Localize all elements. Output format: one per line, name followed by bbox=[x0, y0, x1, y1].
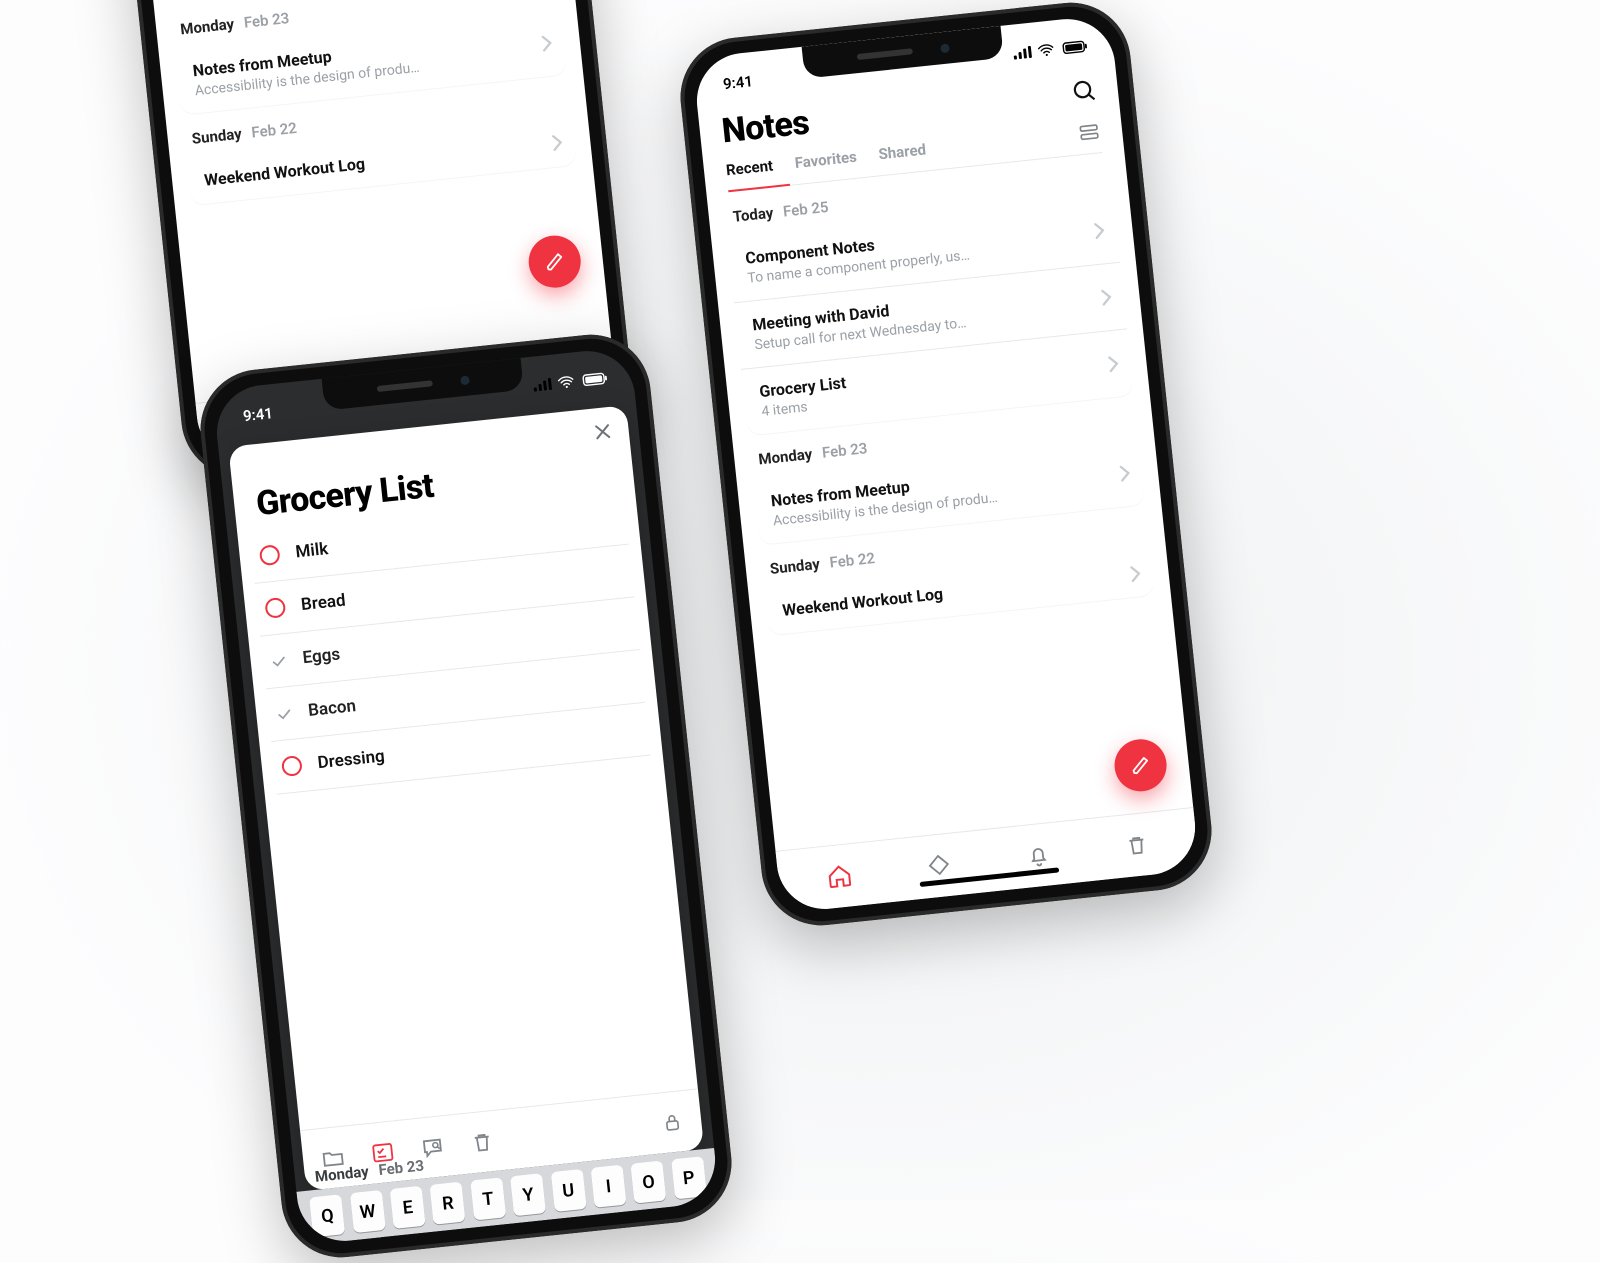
chevron-right-icon bbox=[551, 134, 563, 151]
pencil-icon bbox=[1128, 753, 1152, 777]
check-icon bbox=[270, 652, 288, 670]
wifi-icon bbox=[556, 372, 576, 392]
keyboard-key[interactable]: I bbox=[590, 1165, 626, 1208]
trash-icon[interactable] bbox=[469, 1129, 495, 1155]
comment-search-icon[interactable] bbox=[419, 1134, 445, 1160]
search-icon[interactable] bbox=[1071, 77, 1097, 103]
keyboard-key[interactable]: R bbox=[430, 1182, 466, 1225]
chevron-right-icon bbox=[1101, 289, 1113, 306]
checklist: Milk Bread Eggs Bacon Dressing bbox=[237, 491, 663, 796]
note-title: Weekend Workout Log bbox=[781, 567, 1109, 620]
note-sheet: Grocery List MilkBreadEggsBaconDressing bbox=[228, 405, 704, 1191]
trash-icon[interactable] bbox=[1124, 832, 1150, 858]
section-day: Sunday bbox=[191, 124, 243, 147]
tab-shared[interactable]: Shared bbox=[878, 140, 927, 163]
battery-icon bbox=[580, 370, 610, 389]
phone-device-b: 9:41 Grocery List MilkBreadEggsBaconDres… bbox=[195, 329, 738, 1263]
chevron-right-icon bbox=[541, 34, 553, 51]
section-date: Feb 22 bbox=[251, 118, 298, 141]
note-title: Weekend Workout Log bbox=[203, 136, 531, 189]
radio-unchecked-icon bbox=[264, 597, 286, 619]
radio-unchecked-icon bbox=[259, 544, 281, 566]
notes-list[interactable]: Today Feb 25Component NotesTo name a comp… bbox=[707, 151, 1194, 851]
checklist-item-label: Eggs bbox=[302, 644, 341, 668]
close-button[interactable] bbox=[592, 421, 614, 443]
checklist-item-label: Dressing bbox=[317, 746, 386, 773]
battery-icon bbox=[1060, 38, 1090, 57]
status-time: 9:41 bbox=[242, 404, 274, 425]
tab-favorites[interactable]: Favorites bbox=[794, 148, 858, 172]
checklist-item-label: Bacon bbox=[307, 696, 357, 721]
home-icon[interactable] bbox=[825, 862, 854, 891]
keyboard-key[interactable]: T bbox=[470, 1177, 506, 1220]
pencil-icon bbox=[543, 250, 567, 274]
cellular-icon bbox=[533, 378, 552, 392]
section-date: Feb 23 bbox=[821, 439, 868, 462]
chevron-right-icon bbox=[1108, 355, 1120, 372]
keyboard-key[interactable]: E bbox=[390, 1186, 426, 1229]
chevron-right-icon bbox=[1130, 565, 1142, 582]
chevron-right-icon bbox=[1094, 222, 1106, 239]
cellular-icon bbox=[1013, 46, 1032, 60]
chevron-right-icon bbox=[1119, 465, 1131, 482]
tag-icon[interactable] bbox=[926, 853, 952, 879]
radio-unchecked-icon bbox=[281, 755, 303, 777]
keyboard-key[interactable]: Q bbox=[309, 1194, 345, 1237]
keyboard-key[interactable]: Y bbox=[510, 1173, 546, 1216]
wifi-icon bbox=[1036, 40, 1056, 60]
bell-icon[interactable] bbox=[1025, 842, 1051, 868]
section-day: Sunday bbox=[769, 555, 821, 578]
section-date: Feb 25 bbox=[782, 198, 829, 221]
checklist-item-label: Bread bbox=[300, 591, 346, 616]
section-day: Monday bbox=[758, 445, 814, 469]
checklist-item-label: Milk bbox=[295, 539, 330, 562]
view-toggle-icon[interactable] bbox=[1077, 120, 1101, 144]
check-icon bbox=[276, 705, 294, 723]
status-time: 9:41 bbox=[722, 72, 754, 93]
keyboard-key[interactable]: O bbox=[631, 1160, 667, 1203]
section-day: Monday bbox=[179, 14, 235, 38]
phone-device-c: 9:41 Notes Recent Favorites Shared Today… bbox=[675, 0, 1218, 931]
tab-recent[interactable]: Recent bbox=[725, 157, 774, 180]
section-day: Today bbox=[732, 204, 774, 226]
screen-title: Notes bbox=[720, 103, 811, 152]
lock-icon[interactable] bbox=[660, 1110, 684, 1134]
section-date: Feb 23 bbox=[243, 9, 290, 32]
keyboard-key[interactable]: P bbox=[671, 1156, 707, 1199]
keyboard-key[interactable]: W bbox=[350, 1190, 386, 1233]
section-date: Feb 22 bbox=[829, 549, 876, 572]
keyboard-key[interactable]: U bbox=[550, 1169, 586, 1212]
note-card: Component NotesTo name a component prope… bbox=[727, 196, 1134, 435]
